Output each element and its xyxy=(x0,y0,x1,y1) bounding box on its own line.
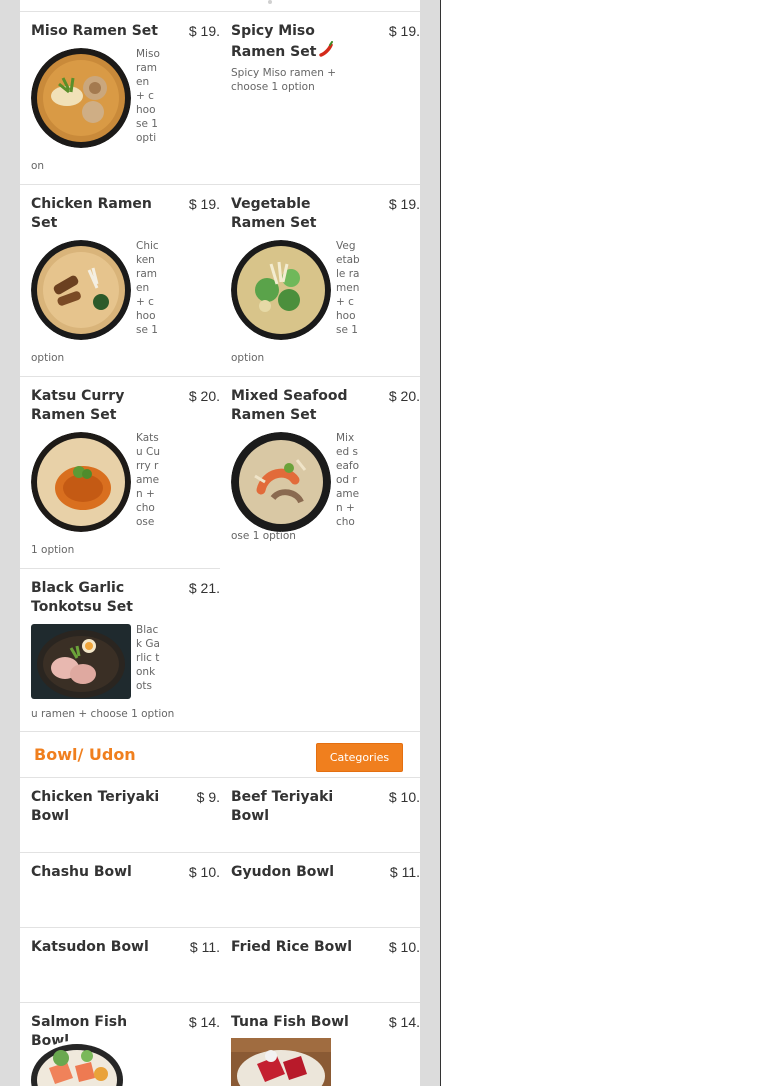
menu-item-miso-ramen-set[interactable]: Miso Ramen Set $ 19. Miso ramen + choose… xyxy=(20,12,220,184)
tuna-bowl-photo[interactable] xyxy=(231,1038,331,1086)
section-title: Bowl/ Udon xyxy=(34,745,136,764)
item-name: Katsudon Bowl xyxy=(31,939,149,955)
item-description-tail: option xyxy=(31,352,65,364)
item-description: Katsu Curry ramen + choose xyxy=(136,432,160,528)
chili-pepper-icon xyxy=(318,41,334,63)
menu-item-fried-rice-bowl[interactable]: Fried Rice Bowl $ 10. xyxy=(220,928,420,1002)
miso-ramen-photo[interactable] xyxy=(31,48,131,148)
frame-divider xyxy=(440,0,441,1086)
menu-item-beef-teriyaki-bowl[interactable]: Beef Teriyaki Bowl $ 10. xyxy=(220,778,420,852)
item-price: $ 11. xyxy=(389,864,420,880)
katsu-curry-ramen-photo[interactable] xyxy=(31,432,131,532)
item-price: $ 10. xyxy=(388,939,420,955)
item-name: Black Garlic Tonkotsu Set xyxy=(31,580,133,615)
black-garlic-tonkotsu-photo[interactable] xyxy=(31,624,131,699)
chicken-ramen-photo[interactable] xyxy=(31,240,131,340)
menu-item-vegetable-ramen-set[interactable]: Vegetable Ramen Set $ 19. Vegetable rame… xyxy=(220,184,420,376)
item-description: Miso ramen + choose 1 opti xyxy=(136,48,160,144)
menu-item-spicy-miso-ramen-set[interactable]: Spicy Miso Ramen Set $ 19. Spicy Miso ra… xyxy=(220,12,420,184)
item-price: $ 19. xyxy=(188,23,220,39)
item-price: $ 9. xyxy=(196,789,220,805)
menu-item-katsudon-bowl[interactable]: Katsudon Bowl $ 11. xyxy=(20,928,220,1002)
item-description: Vegetable ramen + choose 1 xyxy=(336,240,360,336)
menu-item-chicken-ramen-set[interactable]: Chicken Ramen Set $ 19. Chicken ramen + … xyxy=(20,184,220,376)
item-description-tail: u ramen + choose 1 option xyxy=(31,708,175,720)
item-price: $ 19. xyxy=(388,23,420,39)
mixed-seafood-ramen-photo[interactable] xyxy=(231,432,331,532)
menu-item-black-garlic-tonkotsu-set[interactable]: Black Garlic Tonkotsu Set $ 21. Black Ga… xyxy=(20,568,220,731)
item-price: $ 19. xyxy=(388,196,420,212)
item-description-tail: on xyxy=(31,160,45,172)
item-name: Beef Teriyaki Bowl xyxy=(231,789,334,824)
item-description: Mixed seafood ramen + cho xyxy=(336,432,360,528)
menu-panel[interactable]: Miso Ramen Set $ 19. Miso ramen + choose… xyxy=(20,0,420,1086)
item-name: Chicken Teriyaki Bowl xyxy=(31,789,160,824)
item-name: Chashu Bowl xyxy=(31,864,132,880)
item-price: $ 21. xyxy=(188,580,220,596)
menu-item-mixed-seafood-ramen-set[interactable]: Mixed Seafood Ramen Set $ 20. Mixed seaf… xyxy=(220,376,420,568)
item-description-tail: 1 option xyxy=(31,544,75,556)
item-description: Black Garlic tonkots xyxy=(136,624,160,692)
item-name: Katsu Curry Ramen Set xyxy=(31,388,125,423)
item-price: $ 10. xyxy=(388,789,420,805)
item-name: Mixed Seafood Ramen Set xyxy=(231,388,348,423)
item-price: $ 11. xyxy=(189,939,220,955)
scroll-indicator xyxy=(268,0,272,4)
item-price: $ 10. xyxy=(188,864,220,880)
menu-item-gyudon-bowl[interactable]: Gyudon Bowl $ 11. xyxy=(220,853,420,927)
section-header-bowl-udon: Bowl/ Udon Categories xyxy=(20,731,420,778)
categories-button[interactable]: Categories xyxy=(316,743,403,772)
menu-item-chashu-bowl[interactable]: Chashu Bowl $ 10. xyxy=(20,853,220,927)
item-name: Chicken Ramen Set xyxy=(31,196,152,231)
menu-item-katsu-curry-ramen-set[interactable]: Katsu Curry Ramen Set $ 20. Katsu Curry … xyxy=(20,376,220,568)
right-gutter[interactable] xyxy=(420,0,440,1086)
item-description: Spicy Miso ramen + choose 1 option xyxy=(231,67,337,93)
left-gutter xyxy=(0,0,20,1086)
item-name: Miso Ramen Set xyxy=(31,23,158,39)
item-price: $ 14. xyxy=(388,1014,420,1030)
menu-item-tuna-fish-bowl[interactable]: Tuna Fish Bowl $ 14. xyxy=(220,1003,420,1086)
item-price: $ 14. xyxy=(188,1014,220,1030)
menu-item-chicken-teriyaki-bowl[interactable]: Chicken Teriyaki Bowl $ 9. xyxy=(20,778,220,852)
menu-item-salmon-fish-bowl[interactable]: Salmon Fish Bowl $ 14. xyxy=(20,1003,220,1086)
item-description: Chicken ramen + choose 1 xyxy=(136,240,159,336)
item-price: $ 20. xyxy=(188,388,220,404)
item-name: Gyudon Bowl xyxy=(231,864,335,880)
item-name: Spicy Miso Ramen Set xyxy=(231,22,361,63)
item-price: $ 20. xyxy=(388,388,420,404)
item-description-tail: option xyxy=(231,352,265,364)
item-name: Vegetable Ramen Set xyxy=(231,196,317,231)
item-description-tail: ose 1 option xyxy=(231,530,296,542)
item-price: $ 19. xyxy=(188,196,220,212)
item-name: Tuna Fish Bowl xyxy=(231,1014,349,1030)
item-name: Fried Rice Bowl xyxy=(231,939,353,955)
vegetable-ramen-photo[interactable] xyxy=(231,240,331,340)
